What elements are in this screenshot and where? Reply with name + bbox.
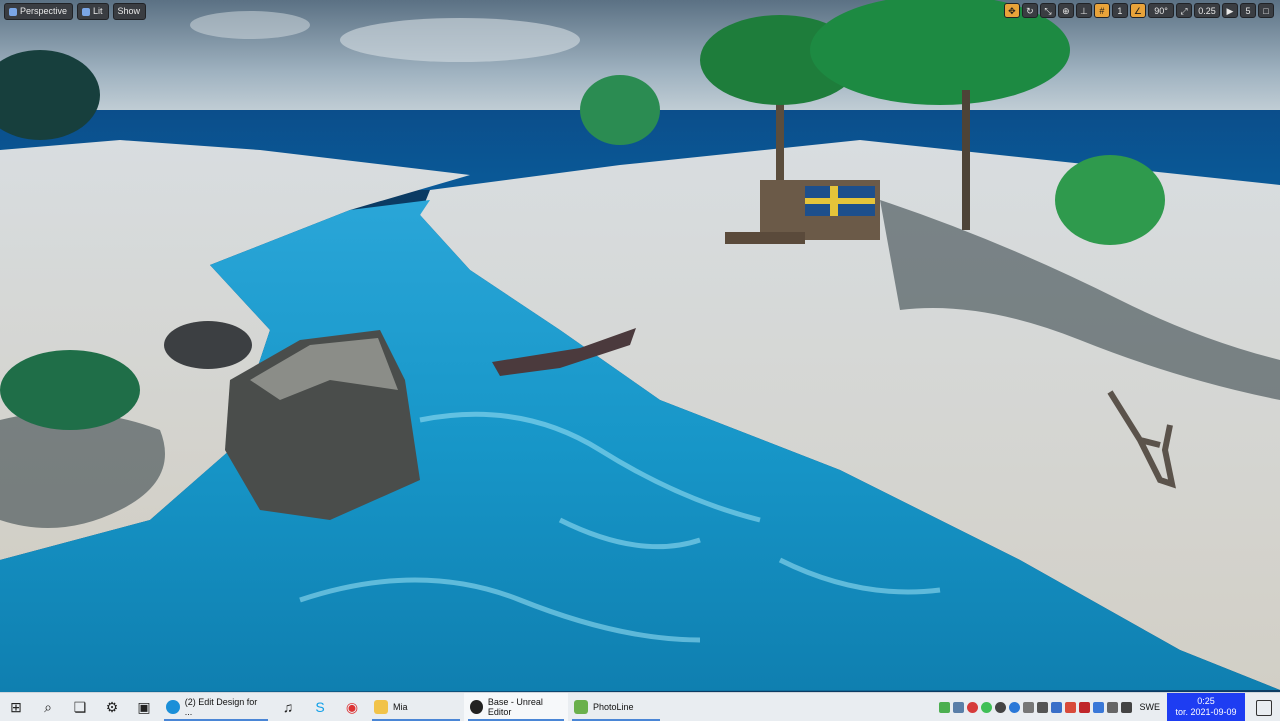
taskbar-app-folder[interactable]: Mia — [368, 693, 464, 721]
perspective-icon — [9, 7, 17, 16]
battery-icon[interactable] — [1121, 701, 1133, 713]
viewport-toolbar-right: ✥ ↻ ⤡ ⊕ ⊥ # 1 ∠ 90° ⤢ 0.25 ▶ 5 □ — [1003, 3, 1274, 18]
show-button[interactable]: Show — [112, 3, 147, 20]
app-tray-icon[interactable] — [995, 701, 1007, 713]
edge-icon — [166, 700, 180, 714]
perspective-button[interactable]: Perspective — [4, 3, 74, 20]
scale-snap-value[interactable]: 0.25 — [1194, 3, 1220, 18]
record-icon[interactable] — [967, 701, 979, 713]
app-tray-icon[interactable] — [1023, 701, 1035, 713]
world-space-icon[interactable]: ⊕ — [1057, 3, 1074, 18]
viewport-toolbar-left: Perspective Lit Show — [4, 3, 147, 20]
scale-snap-icon[interactable]: ⤢ — [1176, 3, 1192, 18]
taskbar-app-edge[interactable]: (2) Edit Design for ... — [160, 693, 272, 721]
hut-flag-stripe — [830, 186, 838, 216]
surface-snap-icon[interactable]: ⊥ — [1075, 3, 1092, 18]
taskbar: ⊞ ⌕ ❏ ⚙ ▣ (2) Edit Design for ... ♫ S ◉ … — [0, 692, 1280, 721]
cloud — [340, 18, 580, 62]
rotation-snap-icon[interactable]: ∠ — [1129, 3, 1146, 18]
store-icon[interactable]: ▣ — [128, 693, 160, 721]
app-tray-icon[interactable] — [1079, 701, 1091, 713]
skype-icon[interactable]: S — [304, 693, 336, 721]
app-tray-icon[interactable] — [1051, 701, 1063, 713]
bush — [1055, 155, 1165, 245]
grid-snap-value[interactable]: 1 — [1111, 3, 1128, 18]
taskbar-app-photoline[interactable]: PhotoLine — [568, 693, 664, 721]
photoline-icon — [574, 700, 588, 714]
maximize-viewport-icon[interactable]: □ — [1258, 3, 1274, 18]
folder-icon — [374, 700, 388, 714]
taskbar-app-label: PhotoLine — [593, 702, 634, 712]
perspective-label: Perspective — [20, 6, 68, 16]
scale-mode-icon[interactable]: ⤡ — [1039, 3, 1056, 18]
hut-flag-stripe — [805, 198, 875, 204]
show-label: Show — [117, 6, 141, 16]
app-tray-icon[interactable] — [1009, 701, 1021, 713]
select-mode-icon[interactable]: ✥ — [1003, 3, 1020, 18]
rotation-snap-value[interactable]: 90° — [1148, 3, 1174, 18]
system-tray: SWE — [939, 693, 1160, 721]
clock-date: tor. 2021-09-09 — [1175, 707, 1237, 717]
itunes-icon[interactable]: ♫ — [272, 693, 304, 721]
taskbar-app-label: (2) Edit Design for ... — [184, 697, 258, 717]
taskbar-app-label: Base - Unreal Editor — [487, 697, 543, 717]
settings-icon[interactable]: ⚙ — [96, 693, 128, 721]
speaker-icon[interactable] — [1107, 701, 1119, 713]
lit-icon — [82, 7, 91, 16]
task-view-icon[interactable]: ❏ — [64, 693, 96, 721]
rotate-mode-icon[interactable]: ↻ — [1021, 3, 1038, 18]
nvidia-icon[interactable] — [939, 701, 951, 713]
language-indicator[interactable]: SWE — [1139, 702, 1160, 712]
tree-trunk — [962, 90, 970, 230]
taskbar-app-label: Mia — [393, 702, 408, 712]
camera-speed-icon[interactable]: ▶ — [1222, 3, 1238, 18]
cloud — [190, 11, 310, 39]
notification-icon[interactable] — [1256, 700, 1272, 716]
taskbar-app-unreal[interactable]: Base - Unreal Editor — [464, 693, 568, 721]
search-icon[interactable]: ⌕ — [32, 693, 64, 721]
network-icon[interactable] — [953, 701, 965, 713]
app-tray-icon[interactable] — [1037, 701, 1049, 713]
chrome-icon[interactable]: ◉ — [336, 693, 368, 721]
unreal-icon — [470, 700, 483, 714]
lit-label: Lit — [93, 6, 103, 16]
grid-snap-icon[interactable]: # — [1093, 3, 1110, 18]
windows-start-icon[interactable]: ⊞ — [0, 693, 32, 721]
bluetooth-icon[interactable] — [1093, 701, 1105, 713]
palm-canopy — [580, 75, 660, 145]
clock[interactable]: 0:25 tor. 2021-09-09 — [1167, 693, 1245, 721]
app-tray-icon[interactable] — [981, 701, 993, 713]
hut-porch — [725, 232, 805, 244]
level-viewport[interactable] — [0, 0, 1280, 692]
small-rock — [164, 321, 252, 369]
bush — [0, 350, 140, 430]
camera-speed-value[interactable]: 5 — [1240, 3, 1256, 18]
lit-button[interactable]: Lit — [77, 3, 109, 20]
app-tray-icon[interactable] — [1065, 701, 1077, 713]
clock-time: 0:25 — [1197, 696, 1215, 706]
